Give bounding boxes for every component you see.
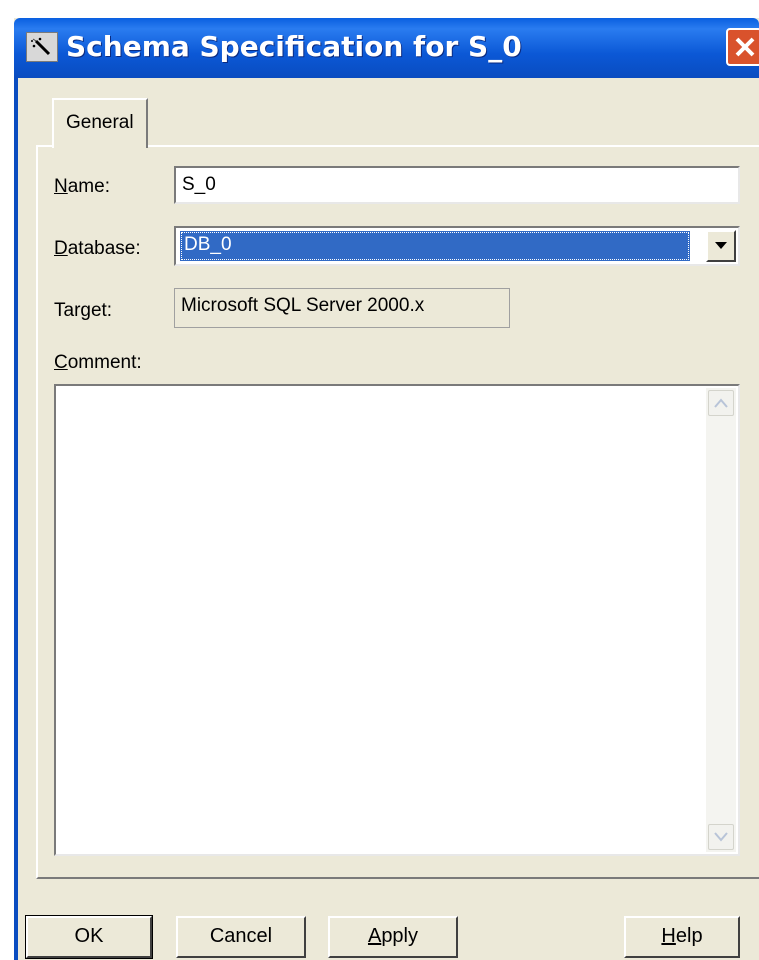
tab-general[interactable]: General [52,98,148,148]
tab-general-label: General [66,112,134,133]
ok-button[interactable]: OK [25,915,153,959]
help-accesskey: H [661,925,676,947]
name-label-text: ame: [67,176,110,197]
help-label-text: elp [675,925,703,947]
window-title: Schema Specification for S_0 [66,30,522,63]
comment-label-text: omment: [67,352,142,373]
name-field-value: S_0 [182,174,216,195]
database-select[interactable]: DB_0 [174,226,740,266]
apply-label-text: pply [381,925,419,947]
apply-accesskey: A [367,925,382,947]
target-field-value: Microsoft SQL Server 2000.x [181,295,425,316]
chevron-down-icon [715,242,727,249]
window-frame [14,78,18,960]
database-dropdown-button[interactable] [706,230,736,262]
target-label: Target: [54,300,113,321]
name-field[interactable]: S_0 [174,166,740,204]
comment-scrollbar[interactable] [706,388,736,852]
comment-label-accesskey: C [54,352,68,373]
cancel-button[interactable]: Cancel [176,916,306,958]
close-icon [735,37,755,57]
database-label-text: atabase: [67,238,141,259]
schema-wand-icon [26,32,58,62]
comment-textarea[interactable] [54,384,740,856]
close-button[interactable] [726,28,759,66]
database-selected-value: DB_0 [180,231,690,261]
name-label: Name: [54,176,110,198]
title-bar[interactable]: Schema Specification for S_0 [14,18,759,78]
database-label-accesskey: D [54,238,68,259]
scroll-down-arrow-icon [714,832,728,842]
database-value-text: DB_0 [184,234,232,255]
dialog-window: Schema Specification for S_0 General Nam… [14,18,759,960]
target-field: Microsoft SQL Server 2000.x [174,288,510,328]
scroll-down-button[interactable] [708,824,734,850]
database-label: Database: [54,238,141,260]
apply-button[interactable]: Apply [328,916,458,958]
scroll-up-arrow-icon [714,398,728,408]
help-button[interactable]: Help [624,916,740,958]
comment-label: Comment: [54,352,142,374]
name-label-accesskey: N [54,176,68,197]
scroll-up-button[interactable] [708,390,734,416]
